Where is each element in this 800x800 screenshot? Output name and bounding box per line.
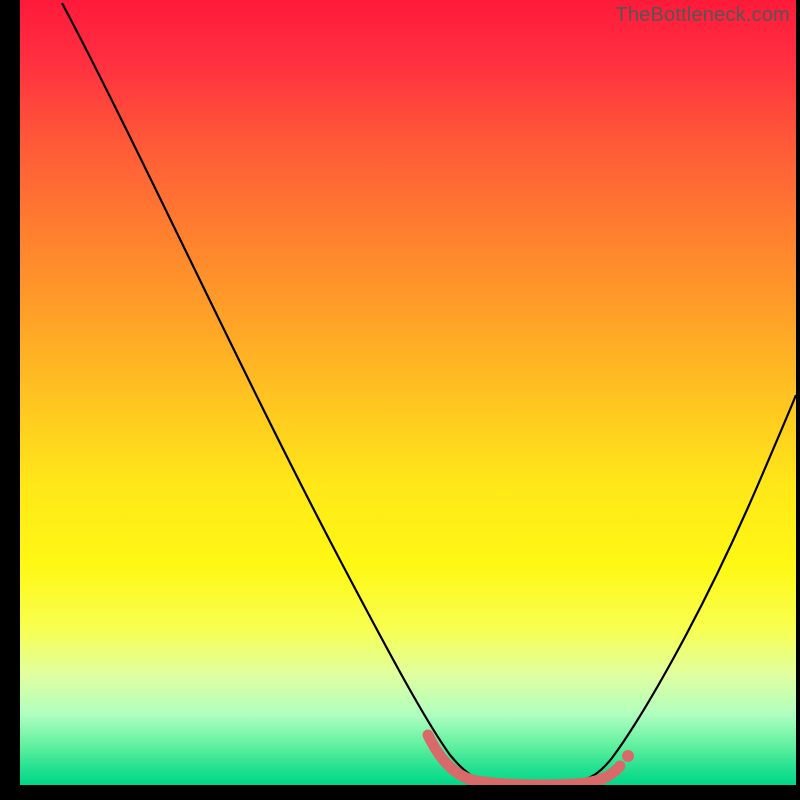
chart-plot-area — [20, 0, 796, 785]
bottleneck-curve-line — [62, 3, 796, 783]
optimal-zone-marker-line — [428, 735, 620, 785]
watermark-text: TheBottleneck.com — [615, 4, 790, 27]
chart-svg — [20, 0, 796, 785]
optimal-zone-end-dot — [622, 750, 634, 762]
